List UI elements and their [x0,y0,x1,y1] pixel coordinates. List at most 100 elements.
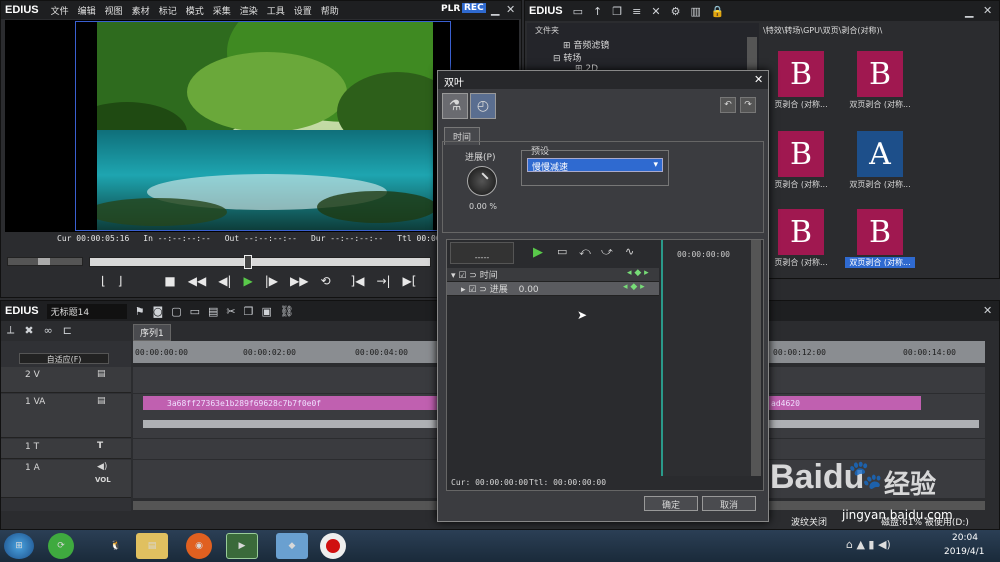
camera-icon[interactable]: ◙ [153,305,164,318]
menu-settings[interactable]: 设置 [294,4,312,17]
stop-icon[interactable]: ■ [164,274,175,288]
menu-marker[interactable]: 标记 [159,4,177,17]
tree-item-transitions[interactable]: ⊟ 转场 [527,51,759,64]
menu-help[interactable]: 帮助 [321,4,339,17]
track-head-1va[interactable]: 1 VA ▤ [1,394,131,438]
cut-icon[interactable]: ✂ [226,305,235,318]
bin-item[interactable]: B 页剥合 (对称... [771,209,831,268]
paste-icon[interactable]: ▣ [262,305,272,318]
kf-row-progress[interactable]: ▸ ☑ ⊃ 进展 0.00 ◂ ◆ ▸ [447,282,659,296]
loop-icon[interactable]: ⟲ [320,274,330,288]
start-button[interactable]: ⊞ [4,533,34,559]
insert-icon[interactable]: ]◀ [351,274,365,288]
video-clip-right[interactable]: ad4620 [769,396,921,410]
menu-edit[interactable]: 编辑 [78,4,96,17]
tray-icons[interactable]: ⌂ ▲ ▮ ◀) [846,538,891,551]
bin-minimize-icon[interactable]: ▁ [965,5,973,18]
folder-icon[interactable]: ▭ [573,5,583,18]
effect-icon[interactable]: ⚗ [442,93,468,119]
clock-icon[interactable]: ◴ [470,93,496,119]
track-lock-icon[interactable]: ▤ [97,369,106,379]
taskbar-app-green[interactable]: ⟳ [48,533,74,559]
ripple-icon[interactable]: ⟂ [7,323,14,337]
undo-icon[interactable]: ↶ [720,97,736,113]
menu-file[interactable]: 文件 [51,4,69,17]
taskbar-record-icon[interactable] [320,533,346,559]
keyframe-select[interactable]: ----- [450,242,514,264]
minimize-icon[interactable]: ▁ [491,3,499,16]
header-mode-dropdown[interactable]: 自适应(F) [19,353,109,364]
sequence-tab[interactable]: 序列1 [133,324,171,341]
set-in-button[interactable]: ⌊ [101,274,106,288]
lock-icon[interactable]: 🔒 [711,5,725,18]
layout-icon[interactable]: ▥ [690,5,700,18]
delete-icon[interactable]: ✕ [651,5,660,18]
bin-item[interactable]: B 双页剥合 (对称... [845,51,915,110]
kf-graph-icon[interactable]: ∿ [625,245,634,258]
link-icon[interactable]: ⛓ [280,305,294,318]
rewind-icon[interactable]: ◀◀ [188,274,206,288]
bin-close-icon[interactable]: ✕ [983,4,992,17]
menu-capture[interactable]: 采集 [213,4,231,17]
open-icon[interactable]: ▭ [190,305,200,318]
menu-view[interactable]: 视图 [105,4,123,17]
track-head-1a[interactable]: 1 A ◀) VOL [1,460,131,498]
vol-label[interactable]: VOL [95,476,111,484]
kf-play-icon[interactable]: ▶ [533,245,543,260]
menu-mode[interactable]: 模式 [186,4,204,17]
taskbar-edius-icon[interactable]: ▶ [226,533,258,559]
trim-icon[interactable]: ▶[ [403,274,417,288]
preset-dropdown[interactable]: 慢慢减速 ▾ [527,158,663,173]
up-folder-icon[interactable]: ↑ [593,5,602,18]
menu-tools[interactable]: 工具 [267,4,285,17]
track-head-1t[interactable]: 1 TT [1,439,131,459]
scrub-bar[interactable] [89,255,431,269]
tree-item-audio-filters[interactable]: ⊞ 音频滤镜 [527,38,759,51]
taskbar-qq-icon[interactable]: 🐧 [100,533,132,559]
copy-icon[interactable]: ❐ [612,5,622,18]
kf-graph-area[interactable]: 00:00:00:00 [661,240,751,476]
snap-icon[interactable]: ⊏ [63,323,72,337]
rec-label[interactable]: REC [462,3,486,13]
copy-clip-icon[interactable]: ❐ [244,305,254,318]
timeline-close-icon[interactable]: ✕ [983,304,992,317]
set-out-button[interactable]: ⌋ [118,274,123,288]
sync-icon[interactable]: ✖ [24,323,33,337]
bin-item[interactable]: B 页剥合 (对称... [771,51,831,110]
play-icon[interactable]: ▶ [243,274,252,288]
redo-icon[interactable]: ↷ [740,97,756,113]
kf-next-icon[interactable]: ⤻ [601,245,613,259]
kf-row-time[interactable]: ▾ ☑ ⊃ 时间 ◂ ◆ ▸ [447,268,659,282]
step-back-icon[interactable]: ◀| [218,274,231,288]
dialog-close-icon[interactable]: ✕ [754,73,763,86]
close-icon[interactable]: ✕ [506,3,515,16]
effects-icon[interactable]: ⚙ [671,5,681,18]
plr-label[interactable]: PLR [441,4,460,14]
new-sequence-icon[interactable]: ⚑ [135,305,145,318]
clock-date[interactable]: 2019/4/1 [944,547,984,557]
kf-v-scrollbar[interactable] [751,240,761,476]
save-icon[interactable]: ▤ [208,305,218,318]
ok-button[interactable]: 确定 [644,496,698,511]
progress-knob[interactable] [467,166,497,196]
menu-clip[interactable]: 素材 [132,4,150,17]
menu-render[interactable]: 渲染 [240,4,258,17]
kf-add-icon[interactable]: ▭ [557,245,567,258]
taskbar-explorer-icon[interactable]: ▤ [136,533,168,559]
new-file-icon[interactable]: ▢ [171,305,181,318]
clock-time[interactable]: 20:04 [952,533,978,543]
kf-prev-icon[interactable]: ⤺ [579,245,591,259]
track-head-2v[interactable]: 2 V ▤ [1,367,131,393]
taskbar-firefox-icon[interactable]: ◉ [186,533,212,559]
overwrite-icon[interactable]: →| [376,274,390,288]
bin-item[interactable]: A 双页剥合 (对称... [845,131,915,190]
step-forward-icon[interactable]: |▶ [265,274,278,288]
speaker-icon[interactable]: ◀) [97,462,107,472]
view-mode-icon[interactable]: ≡ [632,5,641,18]
bin-item-selected[interactable]: B 双页剥合 (对称... [845,209,915,268]
video-clip[interactable]: 3a68ff27363e1b289f69628c7b7f0e0f [143,396,443,410]
shuttle-slider[interactable] [7,257,83,266]
playhead-handle[interactable] [244,255,252,269]
fast-forward-icon[interactable]: ▶▶ [290,274,308,288]
cancel-button[interactable]: 取消 [702,496,756,511]
